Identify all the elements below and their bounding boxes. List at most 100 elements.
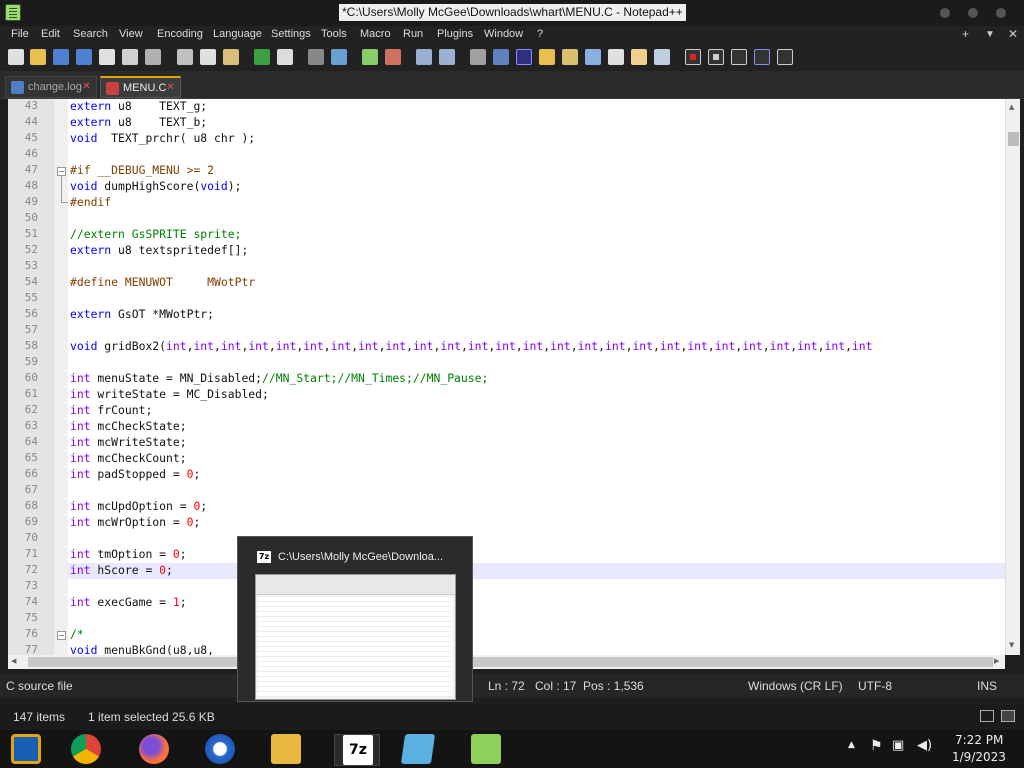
code-line[interactable]: int mcCheckState; [70, 419, 187, 433]
code-line[interactable]: int mcWriteState; [70, 435, 187, 449]
undo-icon[interactable] [254, 49, 270, 65]
close-file-icon[interactable] [99, 49, 115, 65]
notepadpp-icon[interactable] [5, 4, 21, 21]
tab-change-log[interactable]: change.log ✕ [5, 76, 97, 98]
network-icon[interactable]: ▣ [892, 738, 904, 753]
zoom-in-icon[interactable] [362, 49, 378, 65]
code-line[interactable]: int writeState = MC_Disabled; [70, 387, 269, 401]
code-line[interactable]: extern u8 TEXT_b; [70, 115, 207, 129]
taskbar-7zip[interactable]: 7z [334, 734, 380, 766]
tab-list-chevron-icon[interactable]: ▼ [985, 29, 995, 40]
code-line[interactable]: int execGame = 1; [70, 595, 187, 609]
volume-icon[interactable]: ◀) [917, 738, 932, 753]
menu-language[interactable]: Language [213, 28, 262, 40]
horizontal-scrollbar[interactable]: ◀ ▶ [8, 655, 1005, 669]
open-file-icon[interactable] [30, 49, 46, 65]
maximize-button[interactable] [968, 8, 978, 18]
save-all-icon[interactable] [76, 49, 92, 65]
close-button[interactable] [996, 8, 1006, 18]
menu-search[interactable]: Search [73, 28, 108, 40]
menu-window[interactable]: Window [484, 28, 523, 40]
scroll-up-icon[interactable]: ▲ [1009, 103, 1014, 111]
fold-toggle-icon[interactable]: − [57, 167, 66, 176]
code-line[interactable]: #if __DEBUG_MENU >= 2 [70, 163, 214, 177]
new-file-icon[interactable] [8, 49, 24, 65]
fold-toggle-icon[interactable]: − [57, 631, 66, 640]
indent-guide-icon[interactable] [516, 49, 532, 65]
find-icon[interactable] [308, 49, 324, 65]
word-wrap-icon[interactable] [470, 49, 486, 65]
stop-macro-icon[interactable] [708, 49, 724, 65]
menu-plugins[interactable]: Plugins [437, 28, 473, 40]
sync-h-icon[interactable] [439, 49, 455, 65]
play-macro-icon[interactable] [731, 49, 747, 65]
clock-date[interactable]: 1/9/2023 [952, 750, 1006, 764]
code-line[interactable]: void menuBkGnd(u8,u8, [70, 643, 214, 655]
code-line[interactable]: void dumpHighScore(void); [70, 179, 241, 193]
replace-icon[interactable] [331, 49, 347, 65]
taskbar-firefox[interactable] [136, 734, 174, 766]
code-line[interactable]: extern u8 textspritedef[]; [70, 243, 248, 257]
folder-workspace-icon[interactable] [631, 49, 647, 65]
zoom-out-icon[interactable] [385, 49, 401, 65]
code-line[interactable]: int mcUpdOption = 0; [70, 499, 207, 513]
menu-tools[interactable]: Tools [321, 28, 347, 40]
code-line[interactable]: int padStopped = 0; [70, 467, 200, 481]
code-line[interactable]: #define MENUWOT MWotPtr [70, 275, 255, 289]
vertical-scrollbar[interactable]: ▲ ▼ [1005, 99, 1020, 655]
menu-file[interactable]: File [11, 28, 29, 40]
code-line[interactable]: /* [70, 627, 84, 641]
taskbar-app[interactable] [8, 734, 46, 766]
clock-time[interactable]: 7:22 PM [955, 733, 1003, 747]
code-line[interactable]: int menuState = MN_Disabled;//MN_Start;/… [70, 371, 488, 385]
code-line[interactable]: //extern GsSPRITE sprite; [70, 227, 241, 241]
taskbar-chrome[interactable] [68, 734, 106, 766]
scroll-thumb[interactable] [1008, 132, 1019, 146]
redo-icon[interactable] [277, 49, 293, 65]
udl-icon[interactable] [539, 49, 555, 65]
tiles-view-icon[interactable] [1001, 710, 1015, 722]
sync-v-icon[interactable] [416, 49, 432, 65]
code-line[interactable]: int mcCheckCount; [70, 451, 187, 465]
eol-format[interactable]: Windows (CR LF) [748, 679, 843, 693]
scroll-left-icon[interactable]: ◀ [11, 657, 16, 665]
monitoring-eye-icon[interactable] [654, 49, 670, 65]
code-line[interactable]: int mcWrOption = 0; [70, 515, 200, 529]
show-hidden-icons-icon[interactable]: ▲ [848, 740, 855, 750]
menu-run[interactable]: Run [403, 28, 423, 40]
close-doc-icon[interactable]: ✕ [1008, 27, 1018, 41]
code-line[interactable]: int frCount; [70, 403, 152, 417]
doc-list-icon[interactable] [585, 49, 601, 65]
new-tab-plus-icon[interactable]: + [962, 27, 969, 41]
print-icon[interactable] [145, 49, 161, 65]
save-macro-icon[interactable] [777, 49, 793, 65]
menu-help[interactable]: ? [537, 28, 543, 40]
run-macro-multiple-icon[interactable] [754, 49, 770, 65]
scroll-down-icon[interactable]: ▼ [1009, 641, 1014, 649]
show-all-chars-icon[interactable] [493, 49, 509, 65]
code-line[interactable]: #endif [70, 195, 111, 209]
taskbar-thumbnail-preview[interactable]: 7z C:\Users\Molly McGee\Downloa... [237, 536, 473, 702]
doc-map-icon[interactable] [562, 49, 578, 65]
taskbar-app-blue[interactable] [202, 734, 240, 766]
code-line[interactable]: int tmOption = 0; [70, 547, 187, 561]
menu-encoding[interactable]: Encoding [157, 28, 203, 40]
code-line[interactable]: void TEXT_prchr( u8 chr ); [70, 131, 255, 145]
function-list-icon[interactable] [608, 49, 624, 65]
taskbar-notepad[interactable] [400, 734, 438, 766]
menu-edit[interactable]: Edit [41, 28, 60, 40]
details-view-icon[interactable] [980, 710, 994, 722]
code-editor[interactable]: 43 44 45 46 47 48 49 50 51 52 53 54 55 56 57 58 59 60 61 62… [8, 99, 1005, 655]
close-all-icon[interactable] [122, 49, 138, 65]
scroll-right-icon[interactable]: ▶ [994, 657, 999, 665]
taskbar-explorer[interactable] [268, 734, 306, 766]
copy-icon[interactable] [200, 49, 216, 65]
paste-icon[interactable] [223, 49, 239, 65]
close-tab-icon[interactable]: ✕ [81, 82, 92, 93]
code-line[interactable]: extern GsOT *MWotPtr; [70, 307, 214, 321]
cut-icon[interactable] [177, 49, 193, 65]
code-line[interactable]: int hScore = 0; [70, 563, 173, 577]
scroll-thumb[interactable] [28, 657, 993, 667]
code-line[interactable]: void gridBox2(int,int,int,int,int,int,in… [70, 339, 873, 353]
menu-settings[interactable]: Settings [271, 28, 311, 40]
